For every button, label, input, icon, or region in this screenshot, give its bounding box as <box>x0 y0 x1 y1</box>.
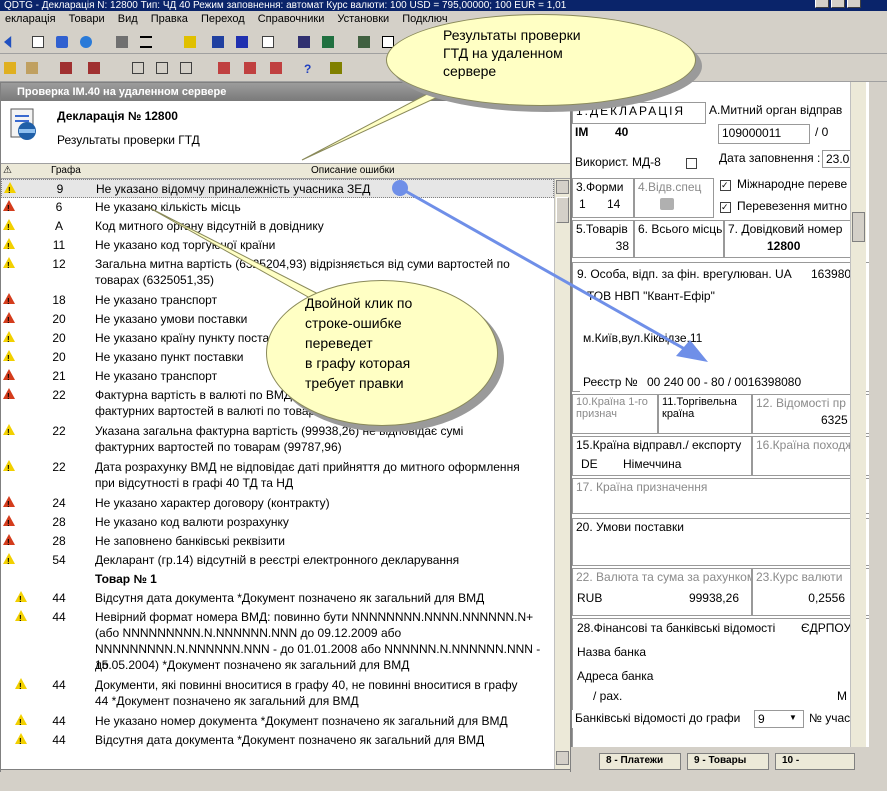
middle-callout-line-1: Двойной клик по <box>305 295 413 311</box>
middle-callout: Двойной клик по строке-ошибке переведет … <box>266 280 498 426</box>
link-arrow-origin <box>392 180 408 196</box>
middle-callout-pointer <box>145 205 331 301</box>
top-callout-line-1: Результаты проверки <box>443 27 581 43</box>
middle-callout-line-2: строке-ошибке <box>305 315 402 331</box>
middle-callout-line-5: требует правки <box>305 375 404 391</box>
middle-callout-line-4: в графу которая <box>305 355 411 371</box>
top-callout: Результаты проверки ГТД на удаленном сер… <box>386 14 696 106</box>
middle-callout-line-3: переведет <box>305 335 373 351</box>
top-callout-line-3: сервере <box>443 63 497 79</box>
top-callout-line-2: ГТД на удаленном <box>443 45 563 61</box>
link-arrow-head <box>676 340 708 362</box>
